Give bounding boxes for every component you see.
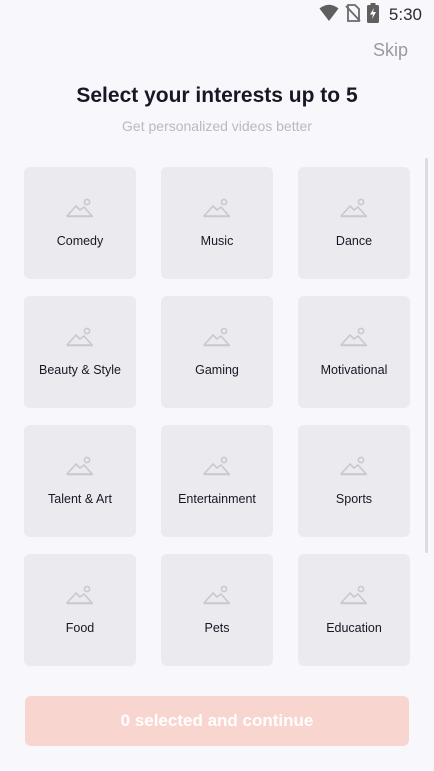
interest-card[interactable]: Music (161, 167, 273, 279)
image-placeholder-icon (66, 584, 94, 606)
interest-label: Motivational (320, 363, 388, 377)
battery-charging-icon (366, 2, 379, 28)
continue-button[interactable]: 0 selected and continue (25, 696, 409, 746)
image-placeholder-icon (66, 197, 94, 219)
interest-card[interactable]: Food (24, 554, 136, 666)
image-placeholder-icon (340, 197, 368, 219)
wifi-icon (319, 4, 339, 27)
interest-card[interactable]: Sports (298, 425, 410, 537)
interest-label: Pets (204, 621, 230, 635)
interest-card[interactable]: Pets (161, 554, 273, 666)
scrollbar[interactable] (425, 158, 428, 553)
interest-card[interactable]: Gaming (161, 296, 273, 408)
status-time: 5:30 (388, 5, 422, 24)
interest-card[interactable]: Education (298, 554, 410, 666)
interest-label: Comedy (56, 234, 104, 248)
image-placeholder-icon (66, 455, 94, 477)
image-placeholder-icon (203, 197, 231, 219)
interest-label: Education (326, 621, 382, 635)
interests-grid: Comedy Music Dance Beauty & Style Gaming Moti… (24, 167, 410, 682)
interest-card[interactable]: Beauty & Style (24, 296, 136, 408)
interest-card[interactable]: Motivational (298, 296, 410, 408)
image-placeholder-icon (340, 455, 368, 477)
image-placeholder-icon (203, 326, 231, 348)
interest-label: Food (65, 621, 95, 635)
image-placeholder-icon (66, 326, 94, 348)
no-sim-icon (345, 3, 361, 27)
skip-button[interactable]: Skip (373, 40, 408, 61)
status-bar: 5:30 (0, 0, 434, 30)
interest-label: Talent & Art (48, 492, 112, 506)
interest-label: Entertainment (178, 492, 256, 506)
list-fade (0, 672, 434, 696)
interest-label: Sports (335, 492, 373, 506)
interest-label: Beauty & Style (39, 363, 121, 377)
page-subtitle: Get personalized videos better (122, 118, 312, 134)
image-placeholder-icon (340, 326, 368, 348)
interest-card[interactable]: Talent & Art (24, 425, 136, 537)
page-title: Select your interests up to 5 (76, 84, 358, 107)
interest-label: Dance (335, 234, 373, 248)
interest-label: Gaming (195, 363, 239, 377)
image-placeholder-icon (203, 584, 231, 606)
image-placeholder-icon (203, 455, 231, 477)
interest-card[interactable]: Entertainment (161, 425, 273, 537)
interest-card[interactable]: Dance (298, 167, 410, 279)
image-placeholder-icon (340, 584, 368, 606)
interest-label: Music (200, 234, 234, 248)
interest-card[interactable]: Comedy (24, 167, 136, 279)
